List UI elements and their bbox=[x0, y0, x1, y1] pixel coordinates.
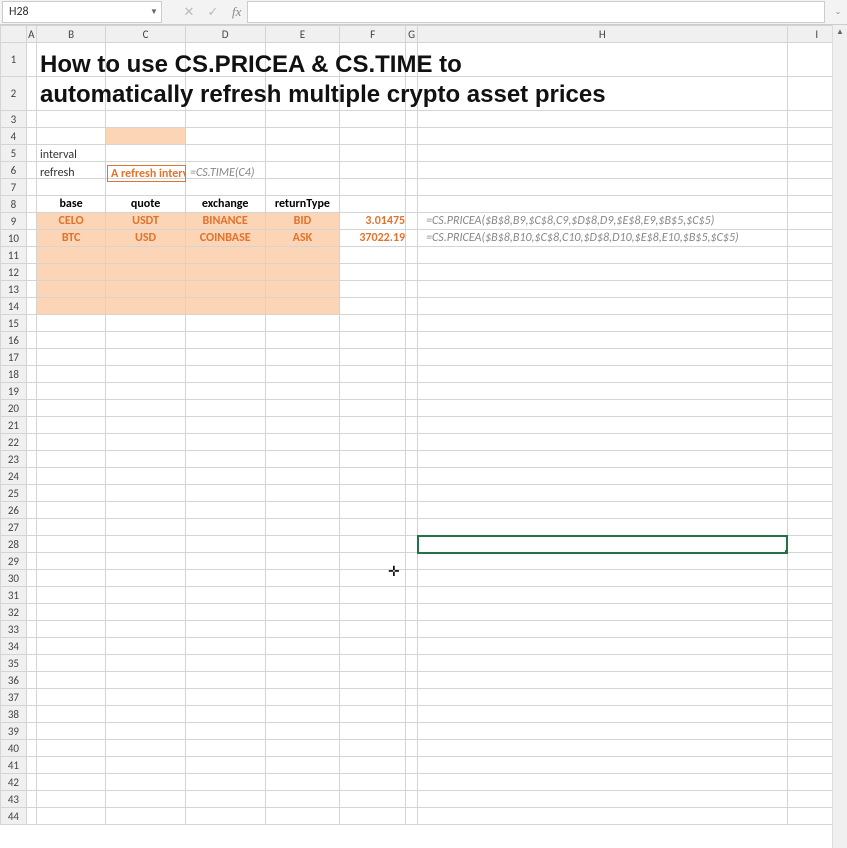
formula-buttons: ✕ ✓ bbox=[180, 5, 222, 20]
row-header[interactable]: 32 bbox=[1, 604, 27, 621]
expand-formula-bar-icon[interactable]: ⌄ bbox=[831, 7, 845, 17]
refresh-label: refresh bbox=[40, 166, 75, 180]
row-header[interactable]: 35 bbox=[1, 655, 27, 672]
table-row[interactable]: 9CELOUSDTBINANCEBID3.01475=CS.PRICEA($B$… bbox=[1, 213, 847, 230]
table-row[interactable]: 10BTCUSDCOINBASEASK37022.19=CS.PRICEA($B… bbox=[1, 230, 847, 247]
row-header[interactable]: 2 bbox=[1, 77, 27, 111]
row-header[interactable]: 41 bbox=[1, 757, 27, 774]
row-header[interactable]: 1 bbox=[1, 43, 27, 77]
row-header[interactable]: 4 bbox=[1, 128, 27, 145]
col-header[interactable]: B bbox=[36, 26, 106, 43]
page-title-line1: How to use CS.PRICEA & CS.TIME to bbox=[40, 51, 462, 79]
formula-bar-input[interactable] bbox=[247, 1, 825, 23]
row-header[interactable]: 18 bbox=[1, 366, 27, 383]
row-header[interactable]: 13 bbox=[1, 281, 27, 298]
cstime-formula-text: =CS.TIME(C4) bbox=[190, 166, 255, 180]
row-header[interactable]: 39 bbox=[1, 723, 27, 740]
col-header[interactable]: A bbox=[26, 26, 36, 43]
row-header[interactable]: 23 bbox=[1, 451, 27, 468]
row-header[interactable]: 43 bbox=[1, 791, 27, 808]
row-header[interactable]: 15 bbox=[1, 315, 27, 332]
row-header[interactable]: 40 bbox=[1, 740, 27, 757]
col-header[interactable]: E bbox=[265, 26, 340, 43]
row-header[interactable]: 10 bbox=[1, 230, 27, 247]
row-header[interactable]: 9 bbox=[1, 213, 27, 230]
spreadsheet-grid[interactable]: A B C D E F G H I 1 2 3 4 5 6 7 8basequo… bbox=[0, 25, 847, 848]
vertical-scrollbar[interactable]: ▲ bbox=[832, 25, 847, 848]
name-and-formula-bar: H28 ▼ ✕ ✓ fx ⌄ bbox=[0, 0, 847, 25]
row-header[interactable]: 24 bbox=[1, 468, 27, 485]
fx-icon[interactable]: fx bbox=[232, 4, 241, 20]
row-header[interactable]: 38 bbox=[1, 706, 27, 723]
row-header[interactable]: 42 bbox=[1, 774, 27, 791]
row-header[interactable]: 29 bbox=[1, 553, 27, 570]
chevron-down-icon[interactable]: ▼ bbox=[147, 7, 161, 17]
row-header[interactable]: 16 bbox=[1, 332, 27, 349]
row-header[interactable]: 11 bbox=[1, 247, 27, 264]
row-header[interactable]: 22 bbox=[1, 434, 27, 451]
col-header[interactable]: D bbox=[185, 26, 265, 43]
row-header[interactable]: 25 bbox=[1, 485, 27, 502]
col-header[interactable]: C bbox=[106, 26, 185, 43]
row-header[interactable]: 8 bbox=[1, 196, 27, 213]
cancel-icon: ✕ bbox=[180, 5, 198, 20]
row-header[interactable]: 3 bbox=[1, 111, 27, 128]
col-header[interactable]: F bbox=[340, 26, 406, 43]
row-header[interactable]: 31 bbox=[1, 587, 27, 604]
row-header[interactable]: 17 bbox=[1, 349, 27, 366]
row-header[interactable]: 26 bbox=[1, 502, 27, 519]
row-header[interactable]: 5 bbox=[1, 145, 27, 162]
select-all-corner[interactable] bbox=[1, 26, 27, 43]
row-header[interactable]: 28 bbox=[1, 536, 27, 553]
name-box[interactable]: H28 ▼ bbox=[2, 1, 162, 23]
row-header[interactable]: 37 bbox=[1, 689, 27, 706]
row-header[interactable]: 12 bbox=[1, 264, 27, 281]
row-header[interactable]: 14 bbox=[1, 298, 27, 315]
scroll-up-icon[interactable]: ▲ bbox=[833, 25, 847, 39]
row-header[interactable]: 34 bbox=[1, 638, 27, 655]
accept-icon: ✓ bbox=[204, 5, 222, 20]
row-header[interactable]: 21 bbox=[1, 417, 27, 434]
interval-label: interval bbox=[40, 148, 77, 162]
row-header[interactable]: 19 bbox=[1, 383, 27, 400]
refresh-value-cell[interactable]: A refresh interv bbox=[107, 165, 186, 182]
row-header[interactable]: 44 bbox=[1, 808, 27, 825]
row-header[interactable]: 6 bbox=[1, 162, 27, 179]
col-header[interactable]: H bbox=[418, 26, 787, 43]
page-title-line2: automatically refresh multiple crypto as… bbox=[40, 81, 606, 109]
row-header[interactable]: 20 bbox=[1, 400, 27, 417]
row-header[interactable]: 36 bbox=[1, 672, 27, 689]
row-header[interactable]: 33 bbox=[1, 621, 27, 638]
selected-cell[interactable] bbox=[418, 536, 787, 553]
col-header[interactable]: G bbox=[406, 26, 418, 43]
row-header[interactable]: 7 bbox=[1, 179, 27, 196]
row-header[interactable]: 30 bbox=[1, 570, 27, 587]
row-header[interactable]: 27 bbox=[1, 519, 27, 536]
name-box-value: H28 bbox=[3, 5, 147, 19]
